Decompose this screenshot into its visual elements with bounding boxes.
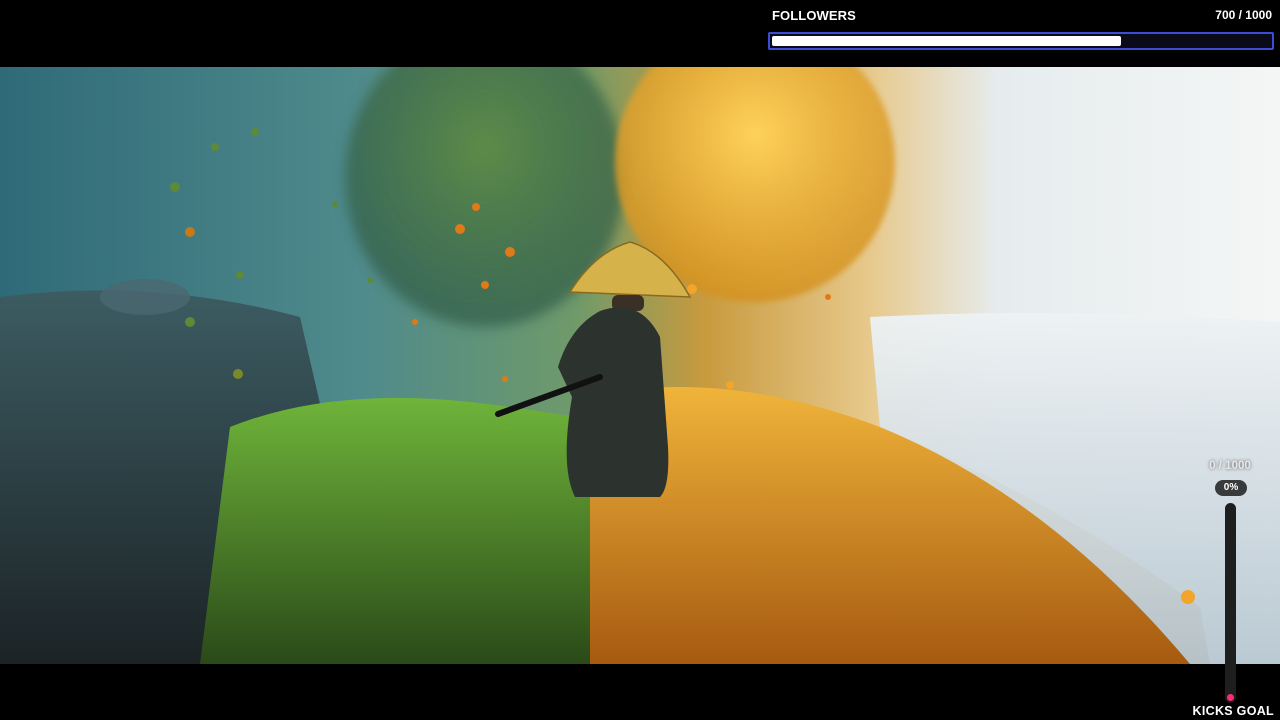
rock: [100, 279, 190, 315]
kicks-progress-track: [1225, 503, 1236, 703]
kicks-percent-badge: 0%: [1215, 480, 1247, 496]
kicks-goal-widget: 0 / 1000 0% KICKS GOAL: [1180, 458, 1280, 720]
robe: [558, 307, 669, 497]
followers-title: FOLLOWERS: [772, 8, 856, 23]
followers-goal-widget: FOLLOWERS 700 / 1000: [768, 6, 1274, 50]
stream-overlay: FOLLOWERS 700 / 1000 0 / 1000 0% KICKS G…: [0, 0, 1280, 720]
kicks-count: 0 / 1000: [1209, 460, 1251, 472]
followers-progress-bar: [768, 32, 1274, 50]
scene-illustration: [0, 67, 1280, 664]
video-frame: [0, 67, 1280, 664]
kicks-progress-dot: [1227, 694, 1234, 701]
followers-count: 700 / 1000: [1215, 8, 1272, 22]
kicks-goal-label: KICKS GOAL: [1192, 704, 1274, 718]
followers-progress-fill: [772, 36, 1121, 46]
grass-field: [200, 397, 620, 664]
